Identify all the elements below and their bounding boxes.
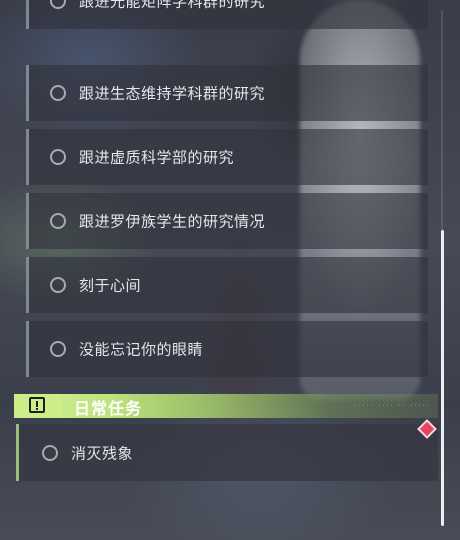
circle-icon	[50, 85, 66, 101]
header-decoration: ····· ···· ·· ·····	[353, 403, 430, 409]
quest-label: 消灭残象	[71, 444, 134, 462]
daily-quest-header[interactable]: 日常任务 ····· ···· ·· ·····	[14, 394, 438, 418]
circle-icon	[42, 444, 58, 461]
section-icon-box	[14, 394, 62, 418]
quest-label: 跟进罗伊族学生的研究情况	[79, 212, 266, 231]
quest-item[interactable]: 没能忘记你的眼睛	[26, 321, 428, 377]
quest-item[interactable]: 刻于心间	[26, 257, 428, 313]
circle-icon	[50, 277, 66, 293]
quest-label: 没能忘记你的眼睛	[79, 340, 204, 359]
section-title: 日常任务	[74, 399, 143, 418]
circle-icon	[50, 149, 66, 165]
quest-label: 跟进生态维持学科群的研究	[79, 84, 266, 103]
quest-item[interactable]: 跟进生态维持学科群的研究	[26, 65, 428, 121]
quest-item[interactable]: 跟进虚质科学部的研究	[26, 129, 428, 185]
exclamation-icon	[29, 397, 45, 413]
scrollbar-thumb[interactable]	[441, 230, 444, 526]
quest-label: 跟进虚质科学部的研究	[79, 148, 235, 167]
quest-item[interactable]: 跟进光能矩阵学科群的研究	[26, 0, 428, 29]
daily-quest-item[interactable]: 消灭残象	[16, 424, 438, 481]
circle-icon	[50, 213, 66, 229]
quest-label: 刻于心间	[79, 276, 142, 295]
quest-item[interactable]: 跟进罗伊族学生的研究情况	[26, 193, 428, 249]
circle-icon	[50, 341, 66, 357]
quest-label: 跟进光能矩阵学科群的研究	[79, 0, 266, 11]
circle-icon	[50, 0, 66, 9]
